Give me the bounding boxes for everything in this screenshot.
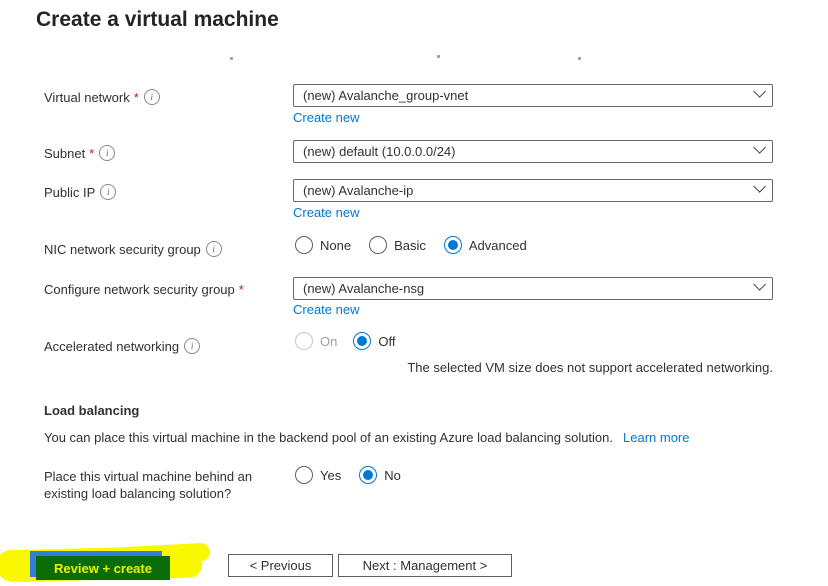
radio-on — [295, 332, 313, 350]
radio-basic-label: Basic — [394, 237, 426, 253]
description-text: You can place this virtual machine in th… — [44, 430, 614, 445]
radio-yes[interactable] — [295, 466, 313, 484]
load-balancing-radio-group: Yes No — [295, 466, 401, 484]
review-create-button[interactable]: Review + create — [36, 556, 170, 580]
label-text: Configure network security group — [44, 282, 235, 297]
radio-no-label: No — [384, 467, 401, 483]
configure-nsg-create-new-link[interactable]: Create new — [293, 302, 359, 317]
radio-none[interactable] — [295, 236, 313, 254]
info-icon[interactable]: i — [99, 145, 116, 161]
text-remnant-artifact — [437, 55, 440, 58]
load-balancing-description: You can place this virtual machine in th… — [44, 430, 690, 445]
radio-none-label: None — [320, 237, 352, 253]
virtual-network-label: Virtual network * i — [44, 89, 160, 105]
accelerated-networking-label: Accelerated networking i — [44, 338, 201, 354]
label-text: Public IP — [44, 184, 96, 200]
radio-on-label: On — [320, 333, 338, 349]
text-remnant-artifact — [578, 57, 581, 60]
nic-nsg-radio-group: None Basic Advanced — [295, 236, 527, 254]
previous-button[interactable]: < Previous — [228, 554, 333, 577]
accelerated-networking-radio-group: On Off — [295, 332, 395, 350]
radio-off-label: Off — [378, 333, 396, 349]
configure-nsg-value: (new) Avalanche-nsg — [303, 281, 425, 296]
create-vm-networking-page: Create a virtual machine Virtual network… — [0, 0, 828, 586]
public-ip-label: Public IP i — [44, 184, 117, 200]
public-ip-select[interactable]: (new) Avalanche-ip — [293, 179, 773, 202]
label-text: Virtual network — [44, 89, 130, 105]
subnet-label: Subnet * i — [44, 145, 116, 161]
info-icon[interactable]: i — [205, 241, 222, 257]
page-title: Create a virtual machine — [36, 8, 279, 31]
public-ip-create-new-link[interactable]: Create new — [293, 205, 359, 220]
text-remnant-artifact — [230, 57, 233, 60]
configure-nsg-label: Configure network security group * — [44, 282, 244, 297]
chevron-down-icon — [753, 141, 766, 154]
radio-advanced-label: Advanced — [468, 237, 527, 253]
virtual-network-select[interactable]: (new) Avalanche_group-vnet — [293, 84, 773, 107]
required-marker: * — [133, 89, 139, 105]
next-management-button[interactable]: Next : Management > — [338, 554, 512, 577]
label-text: NIC network security group — [44, 241, 201, 257]
public-ip-value: (new) Avalanche-ip — [303, 183, 414, 198]
info-icon[interactable]: i — [184, 338, 201, 354]
accelerated-networking-note: The selected VM size does not support ac… — [407, 360, 773, 375]
chevron-down-icon — [753, 180, 766, 193]
radio-no[interactable] — [359, 466, 378, 484]
info-icon[interactable]: i — [100, 184, 117, 200]
required-marker: * — [238, 282, 244, 297]
configure-nsg-select[interactable]: (new) Avalanche-nsg — [293, 277, 773, 300]
virtual-network-value: (new) Avalanche_group-vnet — [303, 88, 469, 103]
required-marker: * — [89, 145, 95, 161]
radio-yes-label: Yes — [320, 467, 342, 483]
load-balancing-heading: Load balancing — [44, 403, 140, 418]
radio-advanced[interactable] — [443, 236, 462, 254]
virtual-network-create-new-link[interactable]: Create new — [293, 110, 359, 125]
subnet-value: (new) default (10.0.0.0/24) — [303, 144, 456, 159]
load-balancing-question: Place this virtual machine behind an exi… — [44, 469, 253, 501]
learn-more-link[interactable]: Learn more — [623, 430, 689, 445]
info-icon[interactable]: i — [143, 89, 160, 105]
chevron-down-icon — [753, 278, 766, 291]
chevron-down-icon — [753, 85, 766, 98]
label-text: Accelerated networking — [44, 338, 180, 354]
label-text: Subnet — [44, 145, 86, 161]
radio-off[interactable] — [353, 332, 372, 350]
subnet-select[interactable]: (new) default (10.0.0.0/24) — [293, 140, 773, 163]
radio-basic[interactable] — [369, 236, 388, 254]
nic-nsg-label: NIC network security group i — [44, 241, 222, 257]
